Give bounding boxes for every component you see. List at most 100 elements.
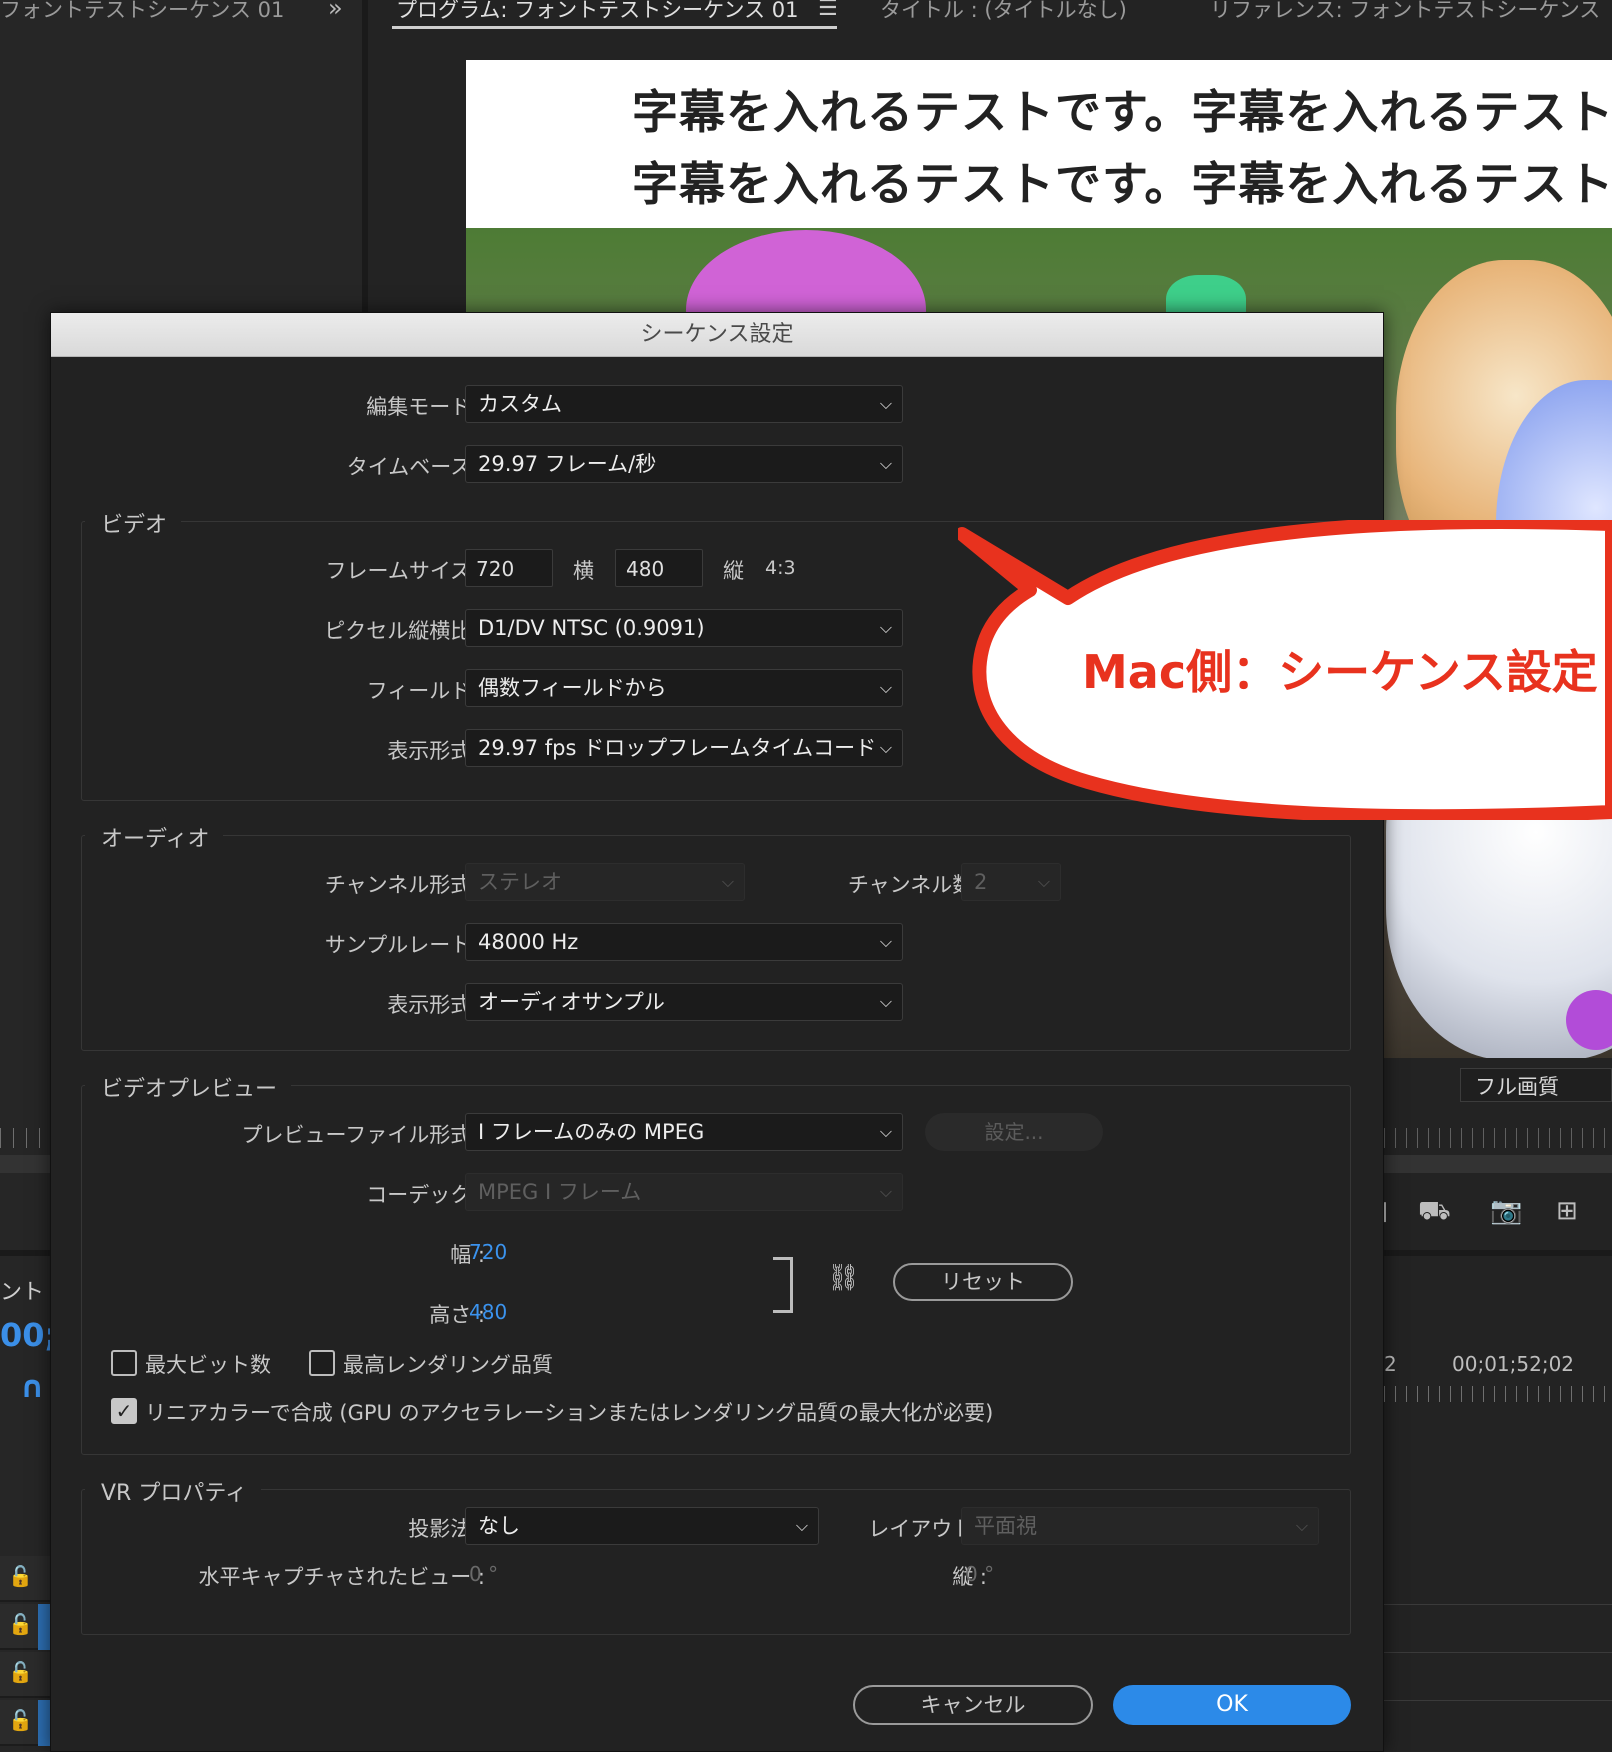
- linear-color-checkbox[interactable]: ✓: [111, 1398, 137, 1424]
- callout-text: Mac側：シーケンス設定: [1082, 645, 1598, 699]
- chevron-down-icon: ⌵: [879, 454, 892, 473]
- track-header[interactable]: 🔓: [0, 1700, 50, 1746]
- pixel-aspect-label: ピクセル縦横比 :: [324, 619, 485, 643]
- chevron-down-icon: ⌵: [879, 678, 892, 697]
- preview-width-value[interactable]: 720: [469, 1240, 507, 1264]
- point-label: ント: [0, 1280, 45, 1305]
- chevron-down-icon: ⌵: [879, 618, 892, 637]
- audio-display-format-select[interactable]: オーディオサンプル ⌵: [465, 983, 903, 1021]
- tab-sequence[interactable]: フォントテストシーケンス 01: [0, 0, 284, 24]
- max-bit-depth-checkbox[interactable]: [111, 1350, 137, 1376]
- ok-button[interactable]: OK: [1113, 1685, 1351, 1725]
- monitor-ruler: [1384, 1128, 1612, 1148]
- ruler-timecode: 00;01;52;02: [1452, 1352, 1575, 1376]
- chevron-down-icon: ⌵: [879, 1122, 892, 1141]
- export-frame-icon[interactable]: ⛟: [1418, 1196, 1451, 1230]
- track-target-indicator[interactable]: [38, 1604, 50, 1650]
- track-header[interactable]: 🔓: [0, 1652, 50, 1698]
- channel-format-select: ステレオ ⌵: [465, 863, 745, 901]
- video-display-format-select[interactable]: 29.97 fps ドロップフレームタイムコード ⌵: [465, 729, 903, 767]
- reset-button[interactable]: リセット: [893, 1263, 1073, 1301]
- field-select[interactable]: 偶数フィールドから ⌵: [465, 669, 903, 707]
- layout-select: 平面視 ⌵: [961, 1507, 1319, 1545]
- frame-height-field[interactable]: 480: [615, 549, 703, 587]
- caption-line: 字幕を入れるテストです。字幕を入れるテストです: [632, 157, 1612, 211]
- preview-height-value[interactable]: 480: [469, 1300, 507, 1324]
- linear-color-label: リニアカラーで合成 (GPU のアクセラレーションまたはレンダリング品質の最大化…: [145, 1401, 994, 1425]
- max-render-quality-checkbox[interactable]: [309, 1350, 335, 1376]
- audio-group-title: オーディオ: [85, 821, 224, 853]
- timebase-select[interactable]: 29.97 フレーム/秒 ⌵: [465, 445, 903, 483]
- chevron-down-icon: ⌵: [1295, 1516, 1308, 1535]
- tab-program-monitor[interactable]: プログラム: フォントテストシーケンス 01: [396, 0, 798, 24]
- caption-band: 字幕を入れるテストです。字幕を入れるテストです 字幕を入れるテストです。字幕を入…: [466, 60, 1612, 228]
- cancel-button[interactable]: キャンセル: [853, 1685, 1093, 1725]
- pixel-aspect-value: D1/DV NTSC (0.9091): [478, 616, 705, 640]
- channel-format-value: ステレオ: [478, 870, 562, 894]
- sample-rate-select[interactable]: 48000 Hz ⌵: [465, 923, 903, 961]
- active-tab-underline: [392, 26, 837, 29]
- projection-value: なし: [478, 1514, 520, 1538]
- video-preview-group-title: ビデオプレビュー: [85, 1071, 292, 1103]
- panel-menu-icon[interactable]: ☰: [818, 0, 838, 21]
- preview-settings-button: 設定...: [925, 1113, 1103, 1151]
- video-group-title: ビデオ: [85, 507, 182, 539]
- channel-format-label: チャンネル形式 :: [324, 873, 485, 897]
- tab-title[interactable]: タイトル : (タイトルなし): [880, 0, 1127, 24]
- channel-count-value: 2: [974, 870, 988, 894]
- tab-reference[interactable]: リファレンス: フォントテストシーケンス: [1210, 0, 1600, 24]
- track-target-indicator[interactable]: [38, 1700, 50, 1746]
- channel-count-select: 2 ⌵: [961, 863, 1061, 901]
- horizontal-view-label: 水平キャプチャされたビュー :: [198, 1565, 485, 1589]
- projection-select[interactable]: なし ⌵: [465, 1507, 819, 1545]
- chevron-down-icon: ⌵: [1037, 872, 1050, 891]
- codec-select: MPEG I フレーム ⌵: [465, 1173, 903, 1211]
- dialog-title: シーケンス設定: [51, 313, 1383, 357]
- max-bit-depth-label: 最大ビット数: [145, 1353, 271, 1377]
- edit-mode-value: カスタム: [478, 392, 562, 416]
- scroll-strip[interactable]: [0, 1155, 50, 1173]
- vertical-view-value: 0 °: [965, 1562, 995, 1586]
- track-header[interactable]: 🔓: [0, 1556, 50, 1602]
- playback-quality-select[interactable]: フル画質: [1460, 1068, 1612, 1102]
- layout-value: 平面視: [974, 1514, 1037, 1538]
- lock-icon[interactable]: 🔓: [8, 1708, 33, 1732]
- camera-icon[interactable]: 📷: [1490, 1196, 1522, 1226]
- pixel-aspect-select[interactable]: D1/DV NTSC (0.9091) ⌵: [465, 609, 903, 647]
- track-line: [1384, 1700, 1612, 1701]
- field-value: 偶数フィールドから: [478, 676, 667, 700]
- link-icon[interactable]: ⛓: [827, 1263, 860, 1293]
- frame-size-label: フレームサイズ :: [325, 559, 486, 583]
- chevron-down-icon: ⌵: [879, 992, 892, 1011]
- overflow-chevron-icon[interactable]: »: [328, 0, 343, 22]
- ruler-timecode: 2: [1384, 1352, 1397, 1376]
- frame-width-field[interactable]: 720: [465, 549, 553, 587]
- edit-mode-select[interactable]: カスタム ⌵: [465, 385, 903, 423]
- sample-rate-value: 48000 Hz: [478, 930, 579, 954]
- timeline-ruler: [1384, 1386, 1612, 1402]
- scroll-strip[interactable]: [1384, 1155, 1612, 1173]
- track-line: [1384, 1652, 1612, 1653]
- audio-display-format-value: オーディオサンプル: [478, 990, 665, 1014]
- lock-icon[interactable]: 🔓: [8, 1612, 33, 1636]
- horizontal-label: 横: [573, 559, 594, 583]
- track-header[interactable]: 🔓: [0, 1604, 50, 1650]
- sequence-settings-dialog: シーケンス設定 編集モード : カスタム ⌵ タイムベース : 29.97 フレー…: [50, 312, 1384, 1752]
- comparison-view-icon[interactable]: ⊞: [1556, 1196, 1578, 1226]
- caption-line: 字幕を入れるテストです。字幕を入れるテストです: [632, 85, 1612, 139]
- preview-file-format-select[interactable]: I フレームのみの MPEG ⌵: [465, 1113, 903, 1151]
- max-render-quality-label: 最高レンダリング品質: [343, 1353, 553, 1377]
- snap-icon[interactable]: ∩: [20, 1370, 44, 1405]
- lock-icon[interactable]: 🔓: [8, 1660, 33, 1684]
- sample-rate-label: サンプルレート :: [324, 933, 485, 957]
- preview-file-format-label: プレビューファイル形式 :: [241, 1123, 486, 1147]
- timebase-value: 29.97 フレーム/秒: [478, 452, 657, 476]
- chevron-down-icon: ⌵: [879, 394, 892, 413]
- chevron-down-icon: ⌵: [795, 1516, 808, 1535]
- chevron-down-icon: ⌵: [721, 872, 734, 891]
- preview-file-format-value: I フレームのみの MPEG: [478, 1120, 705, 1144]
- lock-icon[interactable]: 🔓: [8, 1564, 33, 1588]
- track-line: [1384, 1604, 1612, 1605]
- codec-value: MPEG I フレーム: [478, 1180, 642, 1204]
- chevron-down-icon: ⌵: [879, 932, 892, 951]
